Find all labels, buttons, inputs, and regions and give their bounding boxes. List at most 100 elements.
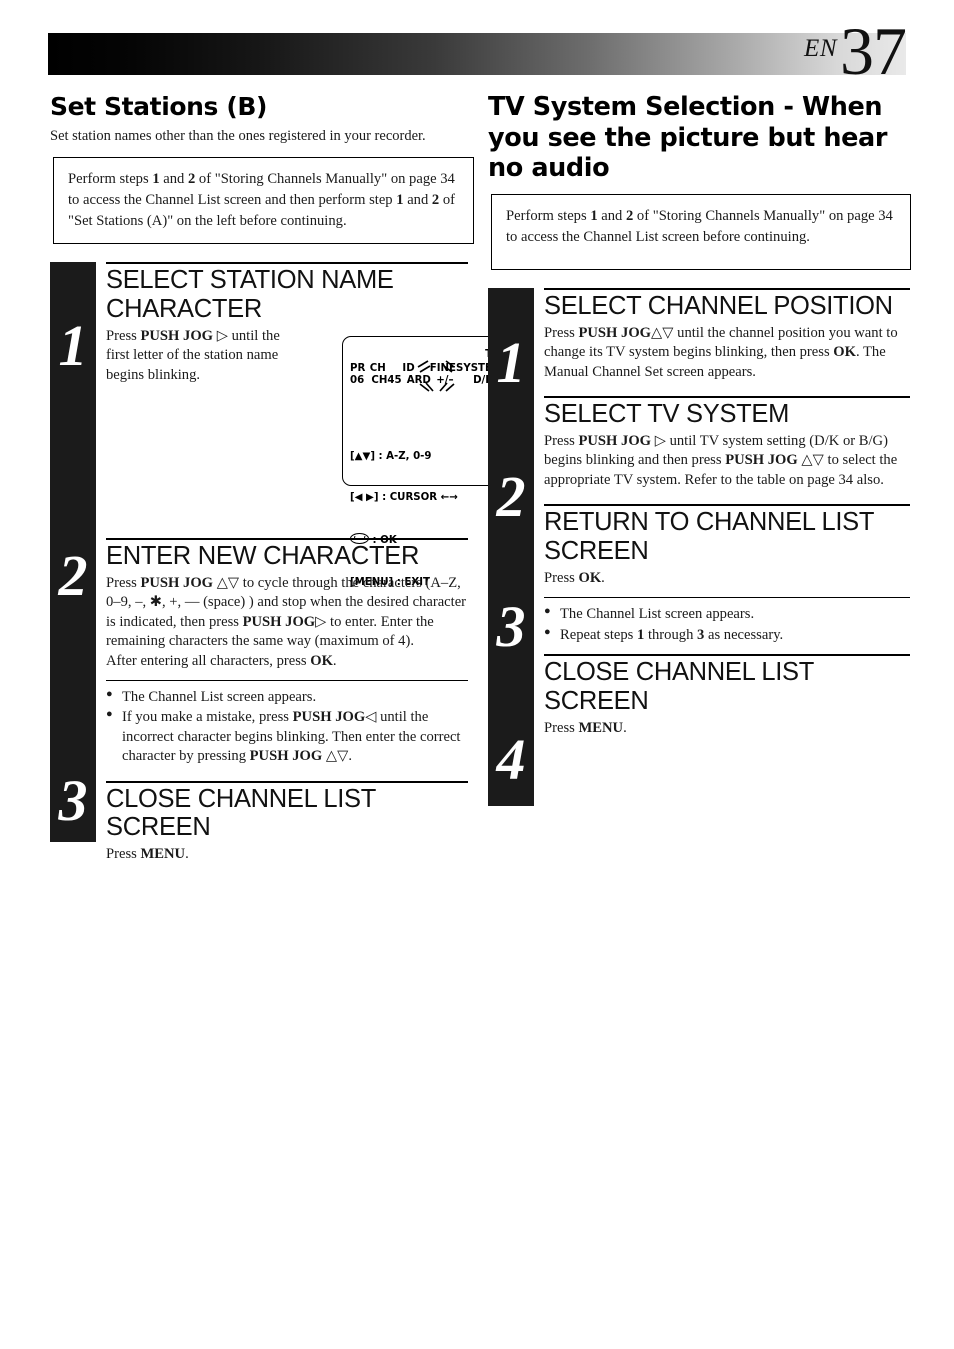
r3-bold-1: OK xyxy=(578,569,602,586)
r3-bullet-2-text-1: Repeat steps xyxy=(560,626,638,643)
osd-value-row: 06 CH45 ARD +/– D/K xyxy=(350,375,502,386)
list-item: Repeat steps 1 through 3 as necessary. xyxy=(544,625,910,645)
right-step-1-rule xyxy=(544,288,910,291)
r1-bold-1: PUSH JOG xyxy=(578,325,652,342)
right-note-bold-1: 1 xyxy=(590,207,598,224)
left-steps-container: 1 2 3 SELECT STATION NAME CHARACTER Pres… xyxy=(50,262,510,865)
r3-text-2: . xyxy=(601,569,605,586)
bullet-2-2-text-1: If you make a mistake, press xyxy=(122,709,293,726)
osd-legend-row-2: [◀ ▶] : CURSOR ←→ xyxy=(350,491,458,505)
r3-bullet-2-text-2: through xyxy=(644,626,698,643)
note-bold-1: 1 xyxy=(152,171,160,188)
right-step-number-1: 1 xyxy=(496,330,526,396)
step-3: CLOSE CHANNEL LIST SCREEN Press MENU. xyxy=(106,780,468,865)
bullet-2-2-bold-1: PUSH JOG xyxy=(292,709,366,726)
step-1-bold-1: PUSH JOG xyxy=(140,327,214,344)
note-text-1: Perform steps xyxy=(68,171,153,188)
osd-value-id: ARD xyxy=(406,374,431,386)
step-2-text-4: After entering all characters, press xyxy=(106,652,311,669)
list-item: The Channel List screen appears. xyxy=(106,687,468,707)
r4-text-1: Press xyxy=(544,719,579,736)
osd-header-ch: CH xyxy=(369,363,386,375)
right-step-3-bullets-rule xyxy=(544,597,910,599)
page-number-block: EN 37 xyxy=(804,15,907,87)
osd-header-pr: PR xyxy=(350,363,366,375)
note-text-2: and xyxy=(159,171,188,188)
right-step-4: CLOSE CHANNEL LIST SCREEN Press MENU. xyxy=(544,654,910,738)
step-2-text-1: Press xyxy=(106,574,141,591)
r3-bullet-2-text-3: as necessary. xyxy=(704,626,784,643)
right-step-1: SELECT CHANNEL POSITION Press PUSH JOG△▽… xyxy=(544,288,910,382)
right-step-3-rule xyxy=(544,504,910,507)
osd-legend-row-1: [▲▼] : A-Z, 0-9 xyxy=(350,450,458,464)
r2-text-1: Press xyxy=(544,433,579,450)
step-number-1: 1 xyxy=(58,313,88,379)
language-code: EN xyxy=(804,34,837,62)
right-prerequisite-note-box: Perform steps 1 and 2 of "Storing Channe… xyxy=(491,193,911,271)
r3-bullet-1-text: The Channel List screen appears. xyxy=(560,606,755,623)
right-step-3: RETURN TO CHANNEL LIST SCREEN Press OK. … xyxy=(544,504,910,645)
osd-value-fine: +/– xyxy=(436,374,454,386)
bullet-2-2-bold-2: PUSH JOG xyxy=(249,748,323,765)
step-1-text: Press PUSH JOG ▷ until the first letter … xyxy=(106,327,306,385)
step-2-bold-2: PUSH JOG xyxy=(242,613,316,630)
step-2-bullets-rule xyxy=(106,679,468,681)
step-3-text-2: . xyxy=(185,846,189,863)
osd-legend-value-1: A-Z, 0-9 xyxy=(386,450,432,462)
right-step-3-text: Press OK. xyxy=(544,569,910,588)
note-bold-3: 1 xyxy=(396,191,404,208)
right-step-2-text: Press PUSH JOG ▷ until TV system setting… xyxy=(544,432,910,490)
r2-bold-2: PUSH JOG xyxy=(725,452,798,469)
osd-value-ch: CH45 xyxy=(371,374,402,386)
osd-table: PR CH ID FINE SYSTEM 06 CH45 ARD +/– D/K xyxy=(350,360,502,392)
osd-channel-list-diagram: TV PRCHIDFINESYSTEM 06CH45ARD+/–D/K xyxy=(342,336,510,588)
osd-legend-value-2: CURSOR ←→ xyxy=(389,492,458,504)
osd-header-fine: FINE xyxy=(429,363,456,375)
step-3-bold-1: MENU xyxy=(140,846,186,863)
right-steps-container: 1 2 3 4 SELECT CHANNEL POSITION Press PU… xyxy=(488,288,910,807)
step-1-heading: SELECT STATION NAME CHARACTER xyxy=(106,266,394,324)
right-step-number-4: 4 xyxy=(496,727,526,793)
list-item: The Channel List screen appears. xyxy=(544,604,910,624)
step-3-text: Press MENU. xyxy=(106,845,468,864)
r4-text-2: . xyxy=(623,719,627,736)
page-header: EN 37 xyxy=(48,17,907,85)
step-1: SELECT STATION NAME CHARACTER Press PUSH… xyxy=(106,262,510,588)
right-step-1-heading: SELECT CHANNEL POSITION xyxy=(544,292,893,321)
step-2-bold-1: PUSH JOG xyxy=(140,574,214,591)
right-step-3-heading: RETURN TO CHANNEL LIST SCREEN xyxy=(544,508,874,566)
header-gradient-bar xyxy=(48,33,906,75)
bullet-2-2-text-3: △▽. xyxy=(322,748,352,765)
right-column: TV System Selection - When you see the p… xyxy=(488,92,911,807)
osd-legend-sep-2: : xyxy=(378,492,390,504)
step-number-2: 2 xyxy=(58,543,88,609)
right-step-2: SELECT TV SYSTEM Press PUSH JOG ▷ until … xyxy=(544,396,910,490)
right-step-4-heading: CLOSE CHANNEL LIST SCREEN xyxy=(544,658,814,715)
step-number-3: 3 xyxy=(58,768,88,834)
step-3-rule xyxy=(106,780,468,783)
step-2: ENTER NEW CHARACTER Press PUSH JOG △▽ to… xyxy=(106,538,468,766)
left-column: Set Stations (B) Set station names other… xyxy=(50,92,510,865)
step-2-bullets: The Channel List screen appears. If you … xyxy=(106,687,468,767)
r1-bold-2: OK xyxy=(833,344,856,361)
osd-header-row: PR CH ID FINE SYSTEM xyxy=(350,363,502,374)
osd-legend-sep-1: : xyxy=(374,450,387,462)
right-page-title: TV System Selection - When you see the p… xyxy=(488,92,888,184)
right-note-text-1: Perform steps xyxy=(506,207,591,224)
step-2-bold-3: OK xyxy=(310,652,333,669)
osd-legend-key-2: [◀ ▶] xyxy=(350,492,379,504)
osd-legend-key-1: [▲▼] xyxy=(350,450,375,462)
r2-bold-1: PUSH JOG xyxy=(578,433,652,450)
step-2-rule xyxy=(106,538,468,541)
list-item: If you make a mistake, press PUSH JOG◁ u… xyxy=(106,707,468,766)
right-step-3-bullets: The Channel List screen appears. Repeat … xyxy=(544,604,910,645)
right-step-2-rule xyxy=(544,396,910,399)
page-title: Set Stations (B) xyxy=(50,92,268,121)
osd-value-pr: 06 xyxy=(350,374,365,386)
step-3-heading: CLOSE CHANNEL LIST SCREEN xyxy=(106,784,376,842)
step-2-heading: ENTER NEW CHARACTER xyxy=(106,542,420,571)
section-subtitle: Set station names other than the ones re… xyxy=(50,128,426,145)
right-step-number-2: 2 xyxy=(496,464,526,530)
right-step-2-heading: SELECT TV SYSTEM xyxy=(544,400,790,429)
right-steps-body: SELECT CHANNEL POSITION Press PUSH JOG△▽… xyxy=(544,288,910,738)
